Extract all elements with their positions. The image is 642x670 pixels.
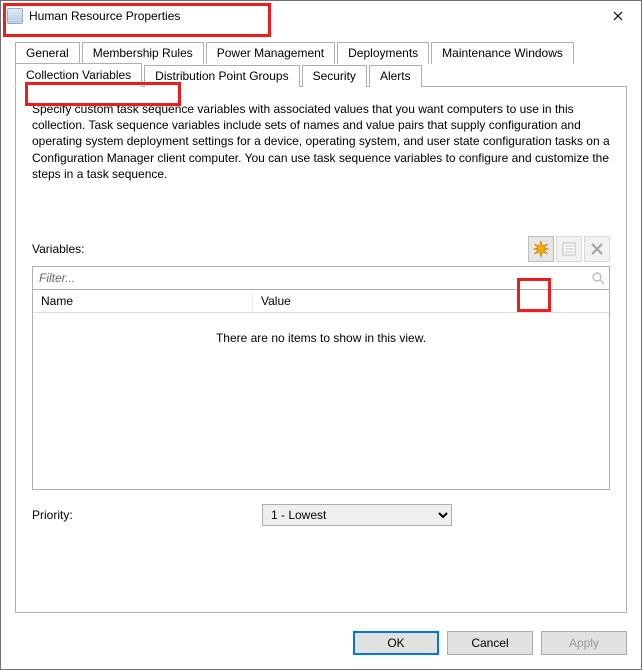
filter-row — [32, 266, 610, 290]
edit-variable-button[interactable] — [556, 236, 582, 262]
titlebar: Human Resource Properties — [1, 1, 641, 31]
tab-strip: GeneralMembership RulesPower ManagementD… — [15, 41, 627, 86]
dialog-window: Human Resource Properties GeneralMembers… — [0, 0, 642, 670]
tab-maintenance-windows[interactable]: Maintenance Windows — [431, 42, 574, 64]
window-title: Human Resource Properties — [29, 9, 180, 23]
panel-description: Specify custom task sequence variables w… — [32, 101, 610, 182]
close-button[interactable] — [595, 1, 641, 31]
list-header: Name Value — [33, 290, 609, 313]
variables-toolbar — [528, 236, 610, 262]
content-area: GeneralMembership RulesPower ManagementD… — [1, 31, 641, 621]
priority-select[interactable]: 1 - Lowest — [262, 504, 452, 526]
variables-label: Variables: — [32, 242, 84, 256]
delete-variable-button[interactable] — [584, 236, 610, 262]
starburst-icon — [532, 240, 550, 258]
new-variable-button[interactable] — [528, 236, 554, 262]
filter-input[interactable] — [33, 269, 587, 287]
tab-power-management[interactable]: Power Management — [206, 42, 335, 64]
close-icon — [613, 11, 623, 21]
dialog-footer: OK Cancel Apply — [1, 621, 641, 669]
tab-security[interactable]: Security — [302, 65, 367, 87]
tab-general[interactable]: General — [15, 42, 80, 64]
tab-panel-collection-variables: Specify custom task sequence variables w… — [15, 86, 627, 613]
tab-deployments[interactable]: Deployments — [337, 42, 429, 64]
list-empty-message: There are no items to show in this view. — [33, 313, 609, 489]
column-name[interactable]: Name — [33, 290, 253, 312]
ok-button[interactable]: OK — [353, 631, 439, 655]
search-icon — [587, 267, 609, 289]
apply-button[interactable]: Apply — [541, 631, 627, 655]
priority-row: Priority: 1 - Lowest — [32, 504, 610, 526]
tab-collection-variables[interactable]: Collection Variables — [15, 63, 142, 87]
delete-icon — [590, 242, 604, 256]
cancel-button[interactable]: Cancel — [447, 631, 533, 655]
column-value[interactable]: Value — [253, 290, 609, 312]
variables-list: Name Value There are no items to show in… — [32, 290, 610, 490]
tab-alerts[interactable]: Alerts — [369, 65, 422, 87]
tab-distribution-point-groups[interactable]: Distribution Point Groups — [144, 65, 299, 87]
tab-membership-rules[interactable]: Membership Rules — [82, 42, 204, 64]
variables-header: Variables: — [32, 236, 610, 262]
priority-label: Priority: — [32, 508, 262, 522]
app-icon — [7, 8, 23, 24]
titlebar-left: Human Resource Properties — [7, 8, 180, 24]
properties-icon — [561, 241, 577, 257]
